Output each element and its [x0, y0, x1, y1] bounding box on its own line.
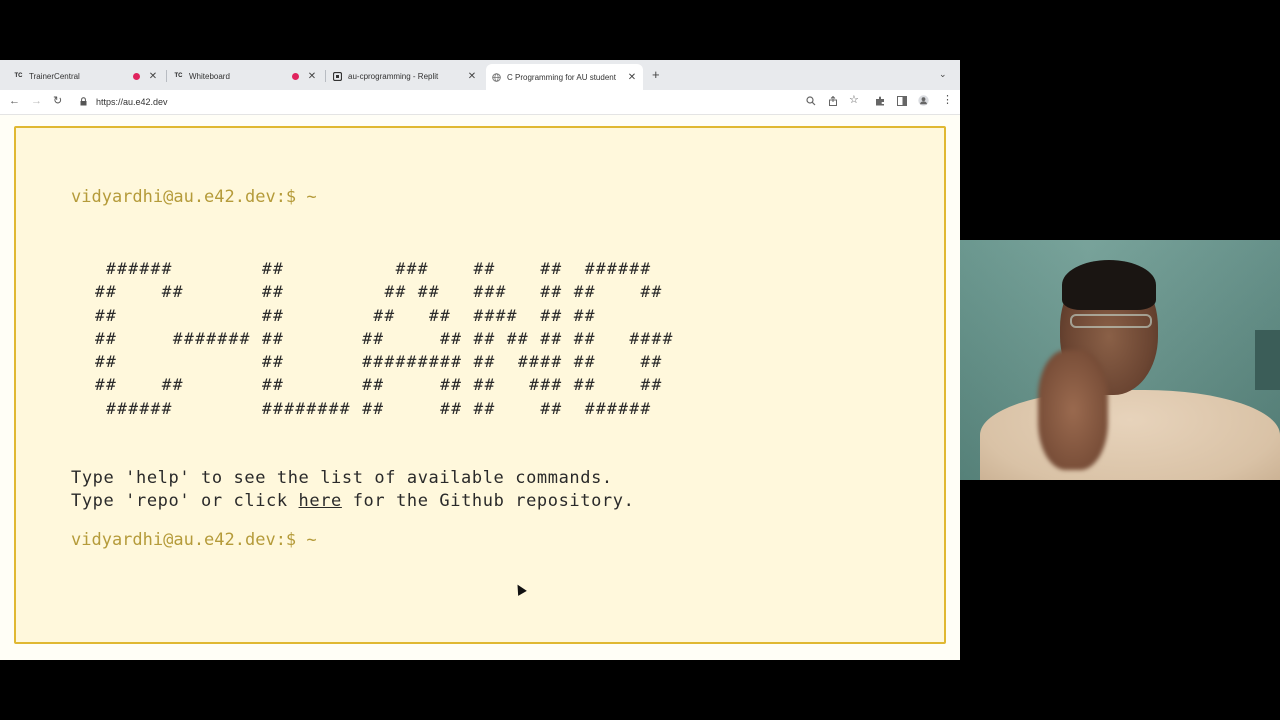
terminal-input-prompt[interactable]: vidyardhi@au.e42.dev:$ ~	[71, 530, 317, 550]
tab-replit[interactable]: au-cprogramming - Replit ✕	[327, 65, 483, 87]
zoom-icon[interactable]	[806, 96, 816, 109]
back-arrow-icon[interactable]: ←	[9, 95, 20, 107]
video-background-door	[1255, 330, 1280, 390]
extensions-puzzle-icon[interactable]	[875, 96, 885, 109]
tab-title: C Programming for AU student	[507, 72, 616, 82]
tab-search-chevron-down-icon[interactable]: ⌄	[939, 69, 947, 80]
ascii-banner: ###### ## ### ## ## ###### ## ## ## ## #…	[95, 259, 674, 418]
side-panel-icon[interactable]	[897, 96, 907, 109]
presenter-glasses	[1070, 314, 1152, 328]
trainercentral-favicon-icon: TC	[14, 73, 23, 79]
repo-hint-line: Type 'repo' or click here for the Github…	[71, 491, 634, 511]
globe-icon	[492, 72, 501, 82]
recording-indicator-icon	[133, 72, 140, 80]
repo-hint-text-before: Type 'repo' or click	[71, 491, 299, 511]
presenter-hand	[1038, 350, 1108, 470]
trainercentral-favicon-icon: TC	[174, 73, 183, 79]
reload-icon[interactable]: ↻	[53, 95, 62, 107]
repo-hint-text-after: for the Github repository.	[341, 491, 635, 511]
help-hint-line: Type 'help' to see the list of available…	[71, 468, 613, 488]
github-repo-link[interactable]: here	[299, 491, 342, 511]
presenter-hair	[1062, 260, 1156, 310]
browser-toolbar: ← → ↻ https://au.e42.dev ☆ ⋮	[0, 90, 960, 115]
tab-title: Whiteboard	[189, 71, 230, 81]
address-bar[interactable]: https://au.e42.dev	[76, 93, 846, 111]
tab-divider	[166, 70, 167, 82]
recording-indicator-icon	[292, 72, 299, 80]
presenter-shirt	[980, 390, 1280, 480]
tab-title: au-cprogramming - Replit	[348, 71, 439, 81]
share-icon[interactable]	[828, 95, 838, 109]
tab-trainercentral[interactable]: TC TrainerCentral ✕	[8, 65, 164, 87]
new-tab-button[interactable]: +	[652, 68, 660, 82]
webcam-video-feed	[960, 240, 1280, 480]
close-tab-icon[interactable]: ✕	[467, 71, 477, 82]
tab-divider	[325, 70, 326, 82]
close-tab-icon[interactable]: ✕	[627, 72, 637, 83]
url-text: https://au.e42.dev	[96, 97, 168, 107]
bookmark-star-icon[interactable]: ☆	[849, 94, 859, 106]
replit-icon	[333, 71, 342, 81]
page-content: vidyardhi@au.e42.dev:$ ~ ###### ## ### #…	[0, 115, 960, 660]
tab-title: TrainerCentral	[29, 71, 80, 81]
terminal-prompt: vidyardhi@au.e42.dev:$ ~	[71, 187, 317, 207]
terminal-window[interactable]: vidyardhi@au.e42.dev:$ ~ ###### ## ### #…	[14, 126, 946, 644]
forward-arrow-icon[interactable]: →	[31, 95, 42, 107]
tab-c-programming[interactable]: C Programming for AU student ✕	[486, 64, 643, 90]
tab-strip: TC TrainerCentral ✕ TC Whiteboard ✕ au-c…	[0, 60, 960, 90]
close-tab-icon[interactable]: ✕	[307, 71, 317, 82]
profile-avatar-icon[interactable]	[918, 95, 929, 109]
tab-whiteboard[interactable]: TC Whiteboard ✕	[168, 65, 323, 87]
menu-kebab-icon[interactable]: ⋮	[942, 94, 953, 106]
lock-icon	[80, 96, 90, 108]
browser-window: TC TrainerCentral ✕ TC Whiteboard ✕ au-c…	[0, 60, 960, 660]
close-tab-icon[interactable]: ✕	[148, 71, 158, 82]
